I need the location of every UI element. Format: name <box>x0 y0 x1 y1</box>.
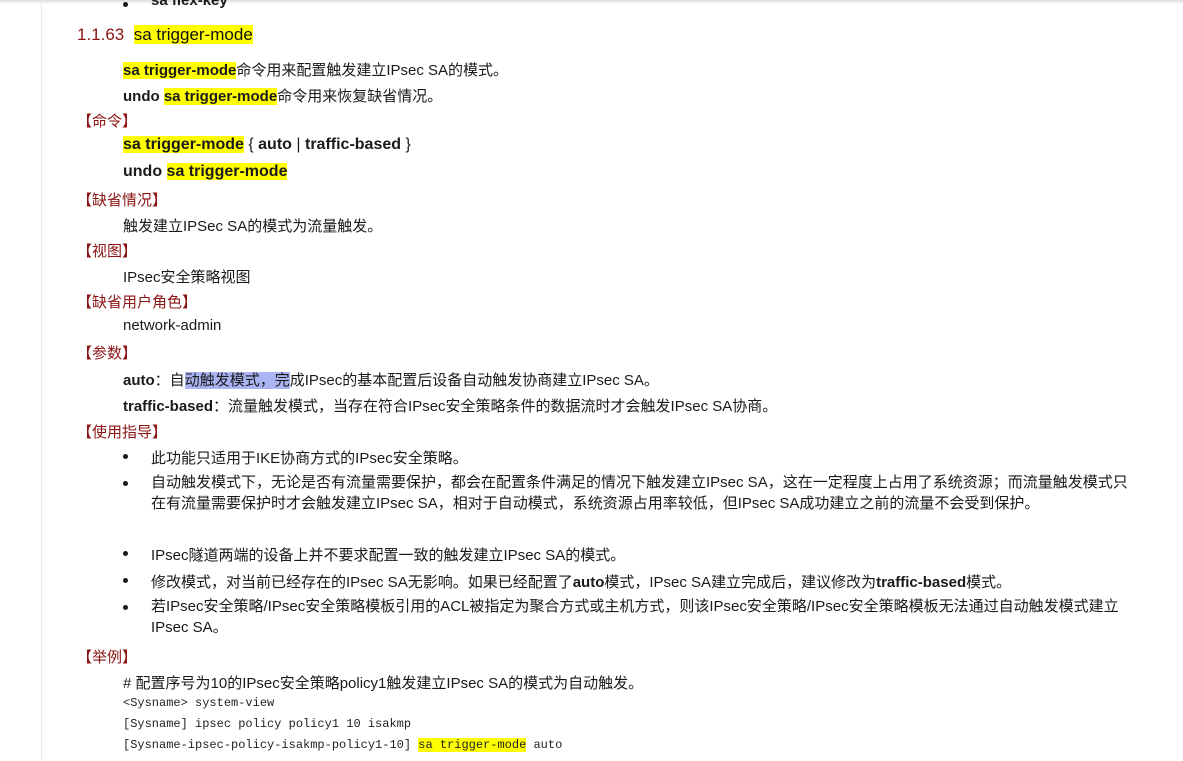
intro-line-2: undo sa trigger-mode命令用来恢复缺省情况。 <box>123 85 442 106</box>
syntax-cmd: sa trigger-mode <box>123 136 244 153</box>
section-role: 【缺省用户角色】 <box>77 294 198 311</box>
syntax-traffic: traffic-based <box>304 136 402 153</box>
usage-bullet-1 <box>123 454 128 459</box>
role-text: network-admin <box>123 317 222 334</box>
usage-bullet-2 <box>123 481 128 486</box>
usage-item-4-c: 模式。 <box>966 574 1012 591</box>
usage-item-4-auto: auto <box>572 574 605 591</box>
left-margin-rule <box>41 0 42 761</box>
example-code-2: [Sysname] ipsec policy policy1 10 isakmp <box>123 717 412 731</box>
param-auto-name: auto <box>123 372 155 389</box>
param-traffic: traffic-based：流量触发模式，当存在符合IPsec安全策略条件的数据… <box>123 395 777 416</box>
prev-item-label: sa flex-key <box>151 0 228 9</box>
syntax-open-brace: { <box>243 136 259 153</box>
undo-keyword: undo <box>123 163 163 180</box>
prev-item: sa flex-key <box>151 0 228 9</box>
section-default: 【缺省情况】 <box>77 192 168 209</box>
param-traffic-name: traffic-based <box>123 398 214 415</box>
usage-item-5: 若IPsec安全策略/IPsec安全策略模板引用的ACL被指定为聚合方式或主机方… <box>151 596 1136 638</box>
intro-undo-cmd: sa trigger-mode <box>163 88 278 105</box>
heading-title: sa trigger-mode <box>133 25 253 44</box>
default-text: 触发建立IPSec SA的模式为流量触发。 <box>123 218 383 235</box>
usage-bullet-5 <box>123 605 128 610</box>
section-command: 【命令】 <box>77 113 138 130</box>
section-heading: 1.1.63 sa trigger-mode <box>77 25 253 45</box>
usage-item-3: IPsec隧道两端的设备上并不要求配置一致的触发建立IPsec SA的模式。 <box>151 547 626 564</box>
section-example: 【举例】 <box>77 649 138 666</box>
syntax-auto: auto <box>258 136 292 153</box>
param-auto-rest: 成IPsec的基本配置后设备自动触发协商建立IPsec SA。 <box>289 372 659 389</box>
command-syntax: sa trigger-mode { auto | traffic-based } <box>123 136 411 154</box>
usage-item-5-text: 若IPsec安全策略/IPsec安全策略模板引用的ACL被指定为聚合方式或主机方… <box>151 598 1119 636</box>
intro-text-2: 命令用来恢复缺省情况。 <box>277 88 443 105</box>
intro-cmd: sa trigger-mode <box>123 62 237 79</box>
intro-line-1: sa trigger-mode命令用来配置触发建立IPsec SA的模式。 <box>123 59 508 80</box>
prev-item-bullet <box>123 2 128 7</box>
section-view: 【视图】 <box>77 243 138 260</box>
example-code-3: [Sysname-ipsec-policy-isakmp-policy1-10]… <box>123 738 562 752</box>
usage-bullet-3 <box>123 551 128 556</box>
usage-item-4-traffic: traffic-based <box>876 574 967 591</box>
text-selection[interactable]: 动触发模式，完 <box>184 372 290 389</box>
undo-cmd: sa trigger-mode <box>166 163 288 180</box>
section-params: 【参数】 <box>77 345 138 362</box>
usage-item-4-a: 修改模式，对当前已经存在的IPsec SA无影响。如果已经配置了 <box>151 574 573 591</box>
usage-item-1: 此功能只适用于IKE协商方式的IPsec安全策略。 <box>151 450 468 467</box>
example-desc: # 配置序号为10的IPsec安全策略policy1触发建立IPsec SA的模… <box>123 675 644 692</box>
usage-item-4-b: 模式，IPsec SA建立完成后，建议修改为 <box>604 574 877 591</box>
syntax-pipe: | <box>291 136 305 153</box>
command-undo-syntax: undo sa trigger-mode <box>123 163 288 181</box>
view-text: IPsec安全策略视图 <box>123 269 251 286</box>
usage-bullet-4 <box>123 578 128 583</box>
param-auto: auto：自动触发模式，完成IPsec的基本配置后设备自动触发协商建立IPsec… <box>123 369 659 390</box>
example-code-1: <Sysname> system-view <box>123 696 275 710</box>
document-page: sa flex-key 1.1.63 sa trigger-mode sa tr… <box>0 0 1183 761</box>
usage-item-4: 修改模式，对当前已经存在的IPsec SA无影响。如果已经配置了auto模式，I… <box>151 571 1011 592</box>
section-usage: 【使用指导】 <box>77 424 168 441</box>
syntax-close-brace: } <box>401 136 411 153</box>
usage-item-2-text: 自动触发模式下，无论是否有流量需要保护，都会在配置条件满足的情况下触发建立IPs… <box>151 474 1128 512</box>
usage-item-2: 自动触发模式下，无论是否有流量需要保护，都会在配置条件满足的情况下触发建立IPs… <box>142 472 1136 514</box>
example-code-3-cmd: sa trigger-mode <box>418 738 527 752</box>
example-code-3-prefix: [Sysname-ipsec-policy-isakmp-policy1-10] <box>123 738 419 752</box>
intro-text-1: 命令用来配置触发建立IPsec SA的模式。 <box>236 62 509 79</box>
param-traffic-text: ：流量触发模式，当存在符合IPsec安全策略条件的数据流时才会触发IPsec S… <box>213 398 778 415</box>
param-auto-sep: ：自 <box>154 372 185 389</box>
intro-undo: undo <box>123 88 160 105</box>
example-code-3-suffix: auto <box>526 738 563 752</box>
heading-number: 1.1.63 <box>77 25 125 44</box>
